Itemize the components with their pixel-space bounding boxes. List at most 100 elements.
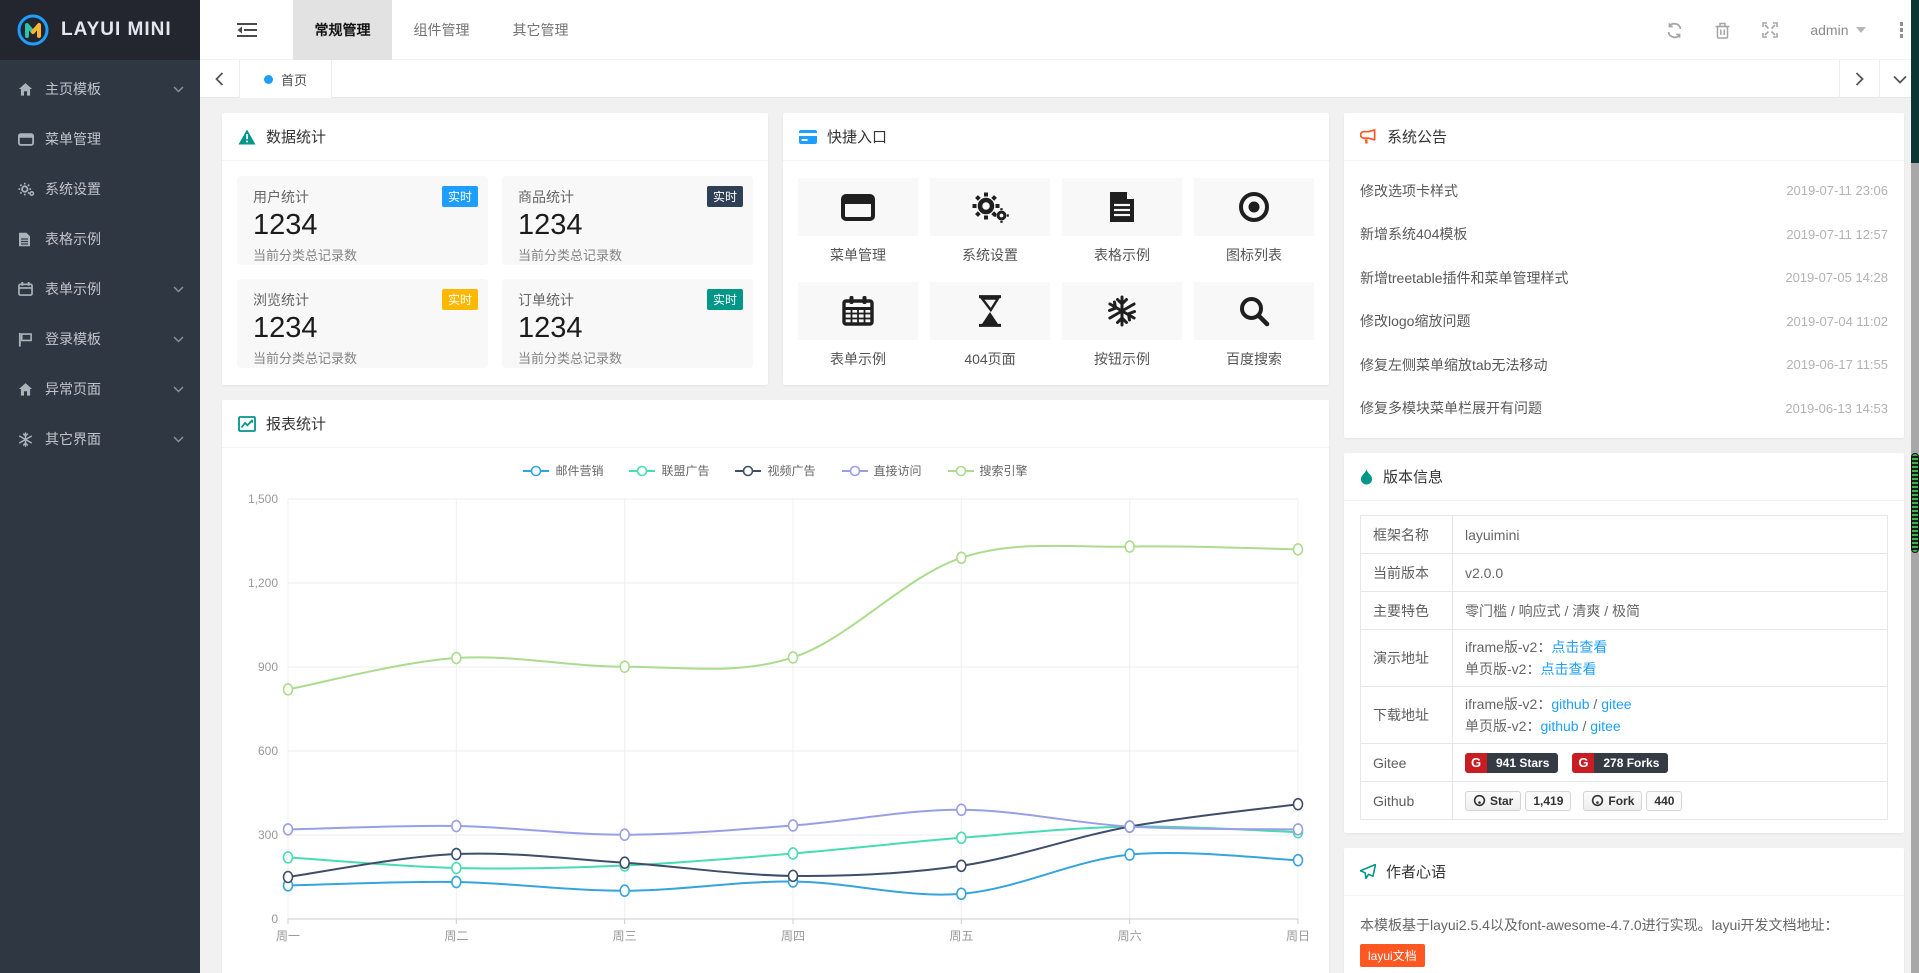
sidebar-item-error-pages[interactable]: 异常页面 [0, 364, 200, 414]
dot-circle-icon [1194, 178, 1314, 236]
more-options-icon[interactable] [1898, 18, 1906, 42]
shortcut-404-page[interactable]: 404页面 [930, 282, 1050, 369]
svg-text:1,500: 1,500 [248, 492, 278, 506]
version-row-label: Github [1361, 782, 1453, 820]
svg-text:周日: 周日 [1286, 929, 1310, 943]
report-chart[interactable]: 03006009001,2001,500周一周二周三周四周五周六周日 [222, 481, 1329, 959]
legend-item[interactable]: 直接访问 [842, 462, 922, 479]
megaphone-icon [1360, 129, 1377, 145]
download-github-link[interactable]: github [1551, 696, 1589, 712]
sidebar-item-form-examples[interactable]: 表单示例 [0, 264, 200, 314]
window-icon [798, 178, 918, 236]
announcement-date: 2019-06-13 14:53 [1785, 401, 1888, 416]
top-nav-components[interactable]: 组件管理 [392, 0, 491, 60]
announcement-row[interactable]: 修复左侧菜单缩放tab无法移动 2019-06-17 11:55 [1360, 343, 1888, 387]
sidebar-item-label: 表单示例 [42, 279, 173, 299]
top-nav: 常规管理 组件管理 其它管理 [293, 0, 590, 60]
github-star-count[interactable]: 1,419 [1525, 791, 1571, 811]
file-text-icon [1062, 178, 1182, 236]
scrollbar-thumb[interactable] [1911, 453, 1919, 553]
version-table: 框架名称 layuimini 当前版本 v2.0.0 主要特色 零门槛 / 响应… [1360, 515, 1888, 820]
layui-doc-badge[interactable]: layui文档 [1360, 944, 1425, 967]
sidebar-item-system-settings[interactable]: 系统设置 [0, 164, 200, 214]
sidebar-item-home-templates[interactable]: 主页模板 [0, 64, 200, 114]
panel-version-info: 版本信息 框架名称 layuimini 当前版本 v2.0.0 主要特色 [1344, 453, 1904, 833]
realtime-badge[interactable]: 实时 [707, 289, 743, 310]
snowflake-icon [18, 432, 42, 447]
announcement-date: 2019-07-11 23:06 [1786, 183, 1888, 198]
sidebar-item-menu-management[interactable]: 菜单管理 [0, 114, 200, 164]
stat-card-users: 用户统计 实时 1234 当前分类总记录数 [237, 176, 488, 265]
shortcut-icon-list[interactable]: 图标列表 [1194, 178, 1314, 265]
demo-iframe-link[interactable]: 点击查看 [1551, 639, 1607, 655]
file-icon [18, 232, 42, 247]
legend-item[interactable]: 视频广告 [735, 462, 815, 479]
announcement-row[interactable]: 修改选项卡样式 2019-07-11 23:06 [1360, 169, 1888, 213]
version-row-label: 框架名称 [1361, 516, 1453, 554]
collapse-sidebar-button[interactable] [200, 0, 293, 60]
announcement-row[interactable]: 新增系统404模板 2019-07-11 12:57 [1360, 213, 1888, 257]
paper-plane-icon [1360, 864, 1376, 880]
realtime-badge[interactable]: 实时 [707, 186, 743, 207]
announcement-row[interactable]: 新增treetable插件和菜单管理样式 2019-07-05 14:28 [1360, 256, 1888, 300]
download-gitee-link[interactable]: gitee [1590, 718, 1620, 734]
sidebar-item-other-ui[interactable]: 其它界面 [0, 414, 200, 464]
sidebar-item-table-examples[interactable]: 表格示例 [0, 214, 200, 264]
download-gitee-link[interactable]: gitee [1601, 696, 1631, 712]
gitee-stars-badge[interactable]: G941 Stars [1465, 753, 1558, 773]
realtime-badge[interactable]: 实时 [442, 289, 478, 310]
tabs-scroll-right-button[interactable] [1839, 60, 1879, 98]
stat-label: 用户统计 [253, 187, 472, 207]
shortcut-menu-management[interactable]: 菜单管理 [798, 178, 918, 265]
fullscreen-icon[interactable] [1762, 22, 1778, 38]
card-icon [799, 130, 817, 144]
refresh-icon[interactable] [1666, 22, 1683, 39]
framework-name: layuimini [1453, 516, 1888, 554]
shortcut-system-settings[interactable]: 系统设置 [930, 178, 1050, 265]
top-nav-other[interactable]: 其它管理 [491, 0, 590, 60]
version-row-label: 当前版本 [1361, 554, 1453, 592]
chevron-down-icon [173, 86, 184, 93]
demo-links: iframe版-v2：点击查看 单页版-v2：点击查看 [1453, 630, 1888, 687]
download-github-link[interactable]: github [1540, 718, 1578, 734]
stat-label: 商品统计 [518, 187, 737, 207]
version-row-label: 主要特色 [1361, 592, 1453, 630]
realtime-badge[interactable]: 实时 [442, 186, 478, 207]
clear-cache-icon[interactable] [1715, 22, 1730, 39]
legend-item[interactable]: 邮件营销 [523, 462, 603, 479]
shortcut-button-examples[interactable]: 按钮示例 [1062, 282, 1182, 369]
shortcut-table-examples[interactable]: 表格示例 [1062, 178, 1182, 265]
github-star-button[interactable]: Star [1465, 791, 1521, 811]
sidebar-item-login-templates[interactable]: 登录模板 [0, 314, 200, 364]
shortcut-baidu-search[interactable]: 百度搜索 [1194, 282, 1314, 369]
github-fork-count[interactable]: 440 [1646, 791, 1682, 811]
sidebar-menu: 主页模板 菜单管理 系统设置 [0, 60, 200, 464]
svg-text:900: 900 [258, 660, 278, 674]
top-nav-general[interactable]: 常规管理 [293, 0, 392, 60]
panel-title: 数据统计 [266, 126, 326, 147]
scrollbar-track[interactable] [1911, 163, 1919, 973]
svg-text:0: 0 [271, 912, 278, 926]
stat-card-views: 浏览统计 实时 1234 当前分类总记录数 [237, 279, 488, 368]
demo-single-link[interactable]: 点击查看 [1540, 661, 1596, 677]
tab-home[interactable]: 首页 [240, 60, 332, 98]
tabs-scroll-left-button[interactable] [200, 60, 240, 98]
panel-title: 快捷入口 [827, 126, 887, 147]
announcement-text: 修复左侧菜单缩放tab无法移动 [1360, 355, 1547, 375]
legend-item[interactable]: 联盟广告 [629, 462, 709, 479]
search-icon [1194, 282, 1314, 340]
github-fork-button[interactable]: Fork [1583, 791, 1642, 811]
sidebar-item-label: 主页模板 [42, 79, 173, 99]
sidebar-item-label: 系统设置 [42, 179, 184, 199]
user-menu[interactable]: admin [1810, 22, 1865, 38]
brand-logo[interactable]: LAYUI MINI [0, 0, 200, 60]
announcement-row[interactable]: 修改logo缩放问题 2019-07-04 11:02 [1360, 300, 1888, 344]
stat-value: 1234 [253, 312, 472, 345]
announcement-text: 修改选项卡样式 [1360, 181, 1458, 201]
announcement-row[interactable]: 修复多模块菜单栏展开有问题 2019-06-13 14:53 [1360, 387, 1888, 431]
gitee-forks-badge[interactable]: G278 Forks [1572, 753, 1668, 773]
svg-text:周六: 周六 [1118, 929, 1142, 943]
stat-desc: 当前分类总记录数 [253, 245, 472, 264]
shortcut-form-examples[interactable]: 表单示例 [798, 282, 918, 369]
legend-item[interactable]: 搜索引擎 [948, 462, 1028, 479]
